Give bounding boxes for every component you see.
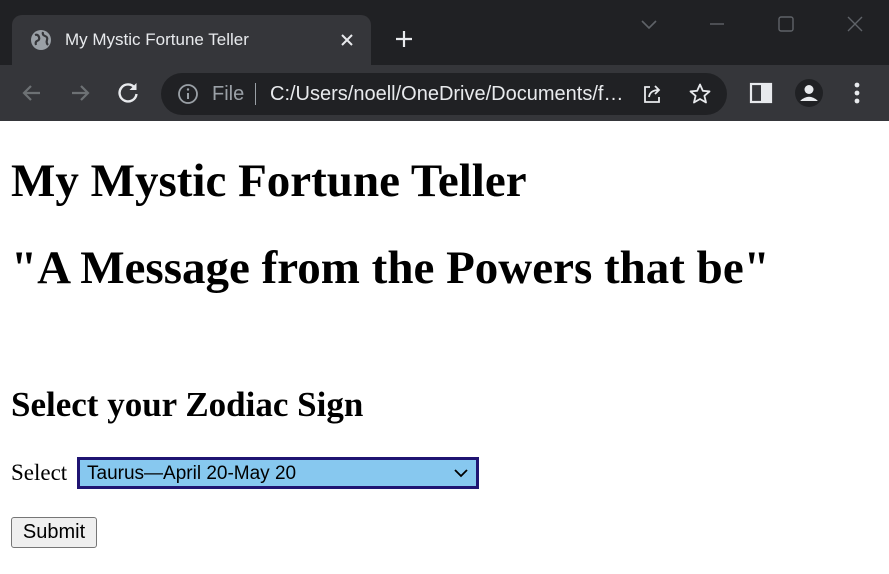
- submit-button[interactable]: Submit: [11, 517, 97, 548]
- page-title: My Mystic Fortune Teller: [11, 155, 527, 207]
- address-separator: [255, 83, 256, 105]
- url-text[interactable]: C:/Users/noell/OneDrive/Documents/fortun…: [270, 83, 628, 105]
- page-content: My Mystic Fortune Teller "A Message from…: [0, 121, 889, 574]
- chevron-down-icon: [454, 469, 468, 478]
- profile-avatar-icon[interactable]: [795, 79, 823, 107]
- reload-icon[interactable]: [114, 79, 142, 107]
- close-window-icon[interactable]: [845, 14, 865, 34]
- browser-tab-strip: My Mystic Fortune Teller: [0, 0, 889, 65]
- site-info-icon[interactable]: [177, 83, 199, 105]
- share-icon[interactable]: [640, 82, 664, 106]
- new-tab-plus-icon[interactable]: [393, 28, 415, 50]
- browser-toolbar: File C:/Users/noell/OneDrive/Documents/f…: [0, 65, 889, 121]
- zodiac-select-value: Taurus—April 20-May 20: [87, 463, 297, 484]
- browser-tab[interactable]: My Mystic Fortune Teller: [12, 15, 371, 65]
- file-scheme-label: File: [212, 83, 245, 105]
- select-label: Select: [11, 460, 68, 485]
- address-bar[interactable]: File C:/Users/noell/OneDrive/Documents/f…: [161, 73, 727, 115]
- more-menu-icon[interactable]: [843, 79, 871, 107]
- back-arrow-icon[interactable]: [18, 79, 46, 107]
- bookmark-star-icon[interactable]: [688, 82, 712, 106]
- side-panel-icon[interactable]: [747, 79, 775, 107]
- forward-arrow-icon[interactable]: [66, 79, 94, 107]
- zodiac-select[interactable]: Taurus—April 20-May 20: [77, 457, 479, 489]
- close-tab-icon[interactable]: [338, 31, 356, 49]
- minimize-window-icon[interactable]: [707, 14, 727, 34]
- page-subtitle: "A Message from the Powers that be": [11, 242, 770, 294]
- zodiac-heading: Select your Zodiac Sign: [11, 385, 364, 424]
- maximize-window-icon[interactable]: [776, 14, 796, 34]
- tab-search-chevron-icon[interactable]: [639, 14, 659, 34]
- globe-icon: [31, 30, 51, 50]
- tab-title: My Mystic Fortune Teller: [65, 30, 249, 49]
